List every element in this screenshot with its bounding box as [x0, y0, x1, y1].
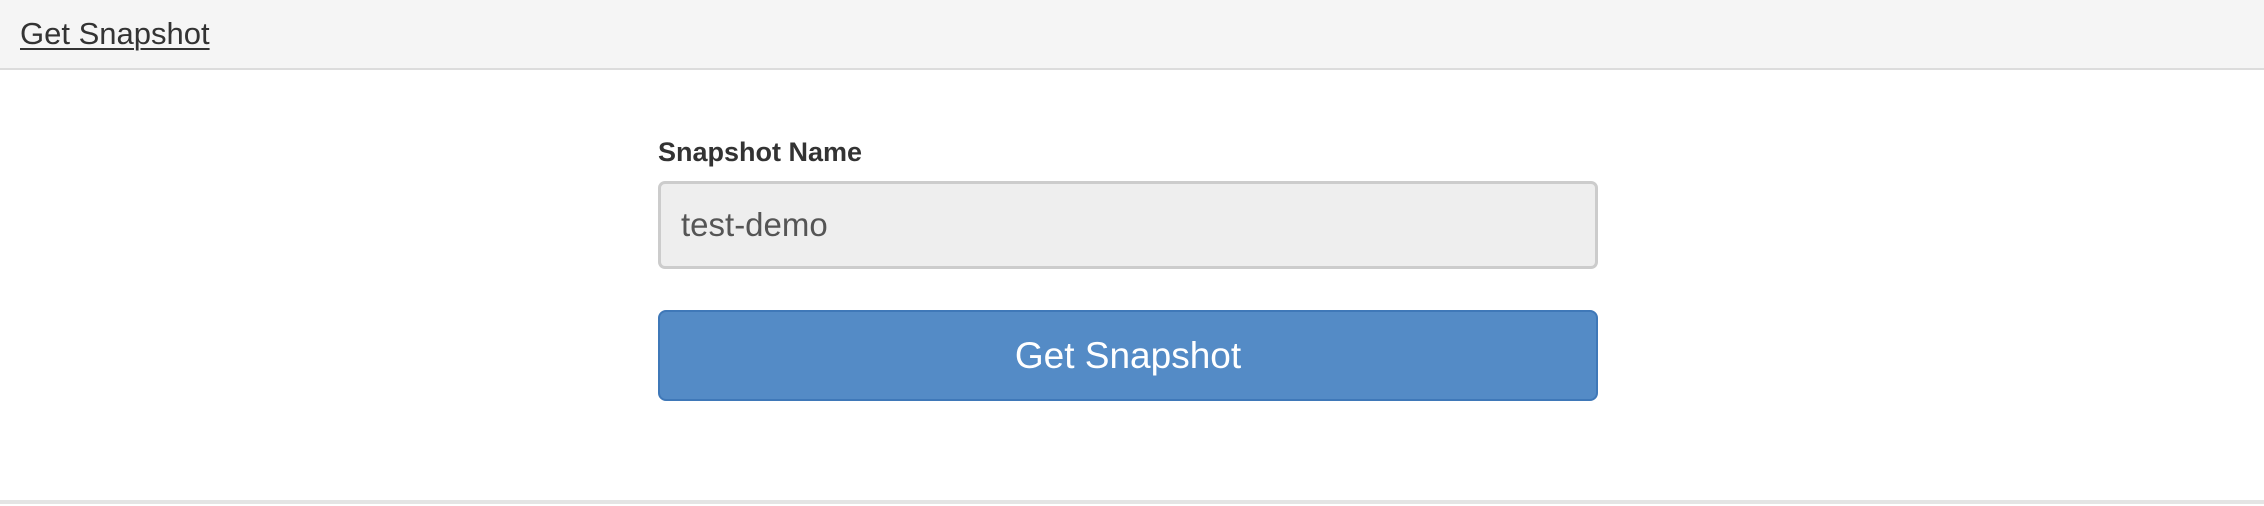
get-snapshot-button[interactable]: Get Snapshot — [658, 310, 1598, 401]
bottom-divider — [0, 500, 2264, 504]
snapshot-name-input[interactable] — [658, 181, 1598, 269]
snapshot-name-label: Snapshot Name — [658, 137, 863, 167]
snapshot-form: Snapshot Name Get Snapshot — [658, 130, 1598, 401]
get-snapshot-link[interactable]: Get Snapshot — [20, 14, 210, 54]
snapshot-page: Get Snapshot Snapshot Name Get Snapshot — [0, 0, 2264, 506]
page-header: Get Snapshot — [0, 0, 2264, 70]
